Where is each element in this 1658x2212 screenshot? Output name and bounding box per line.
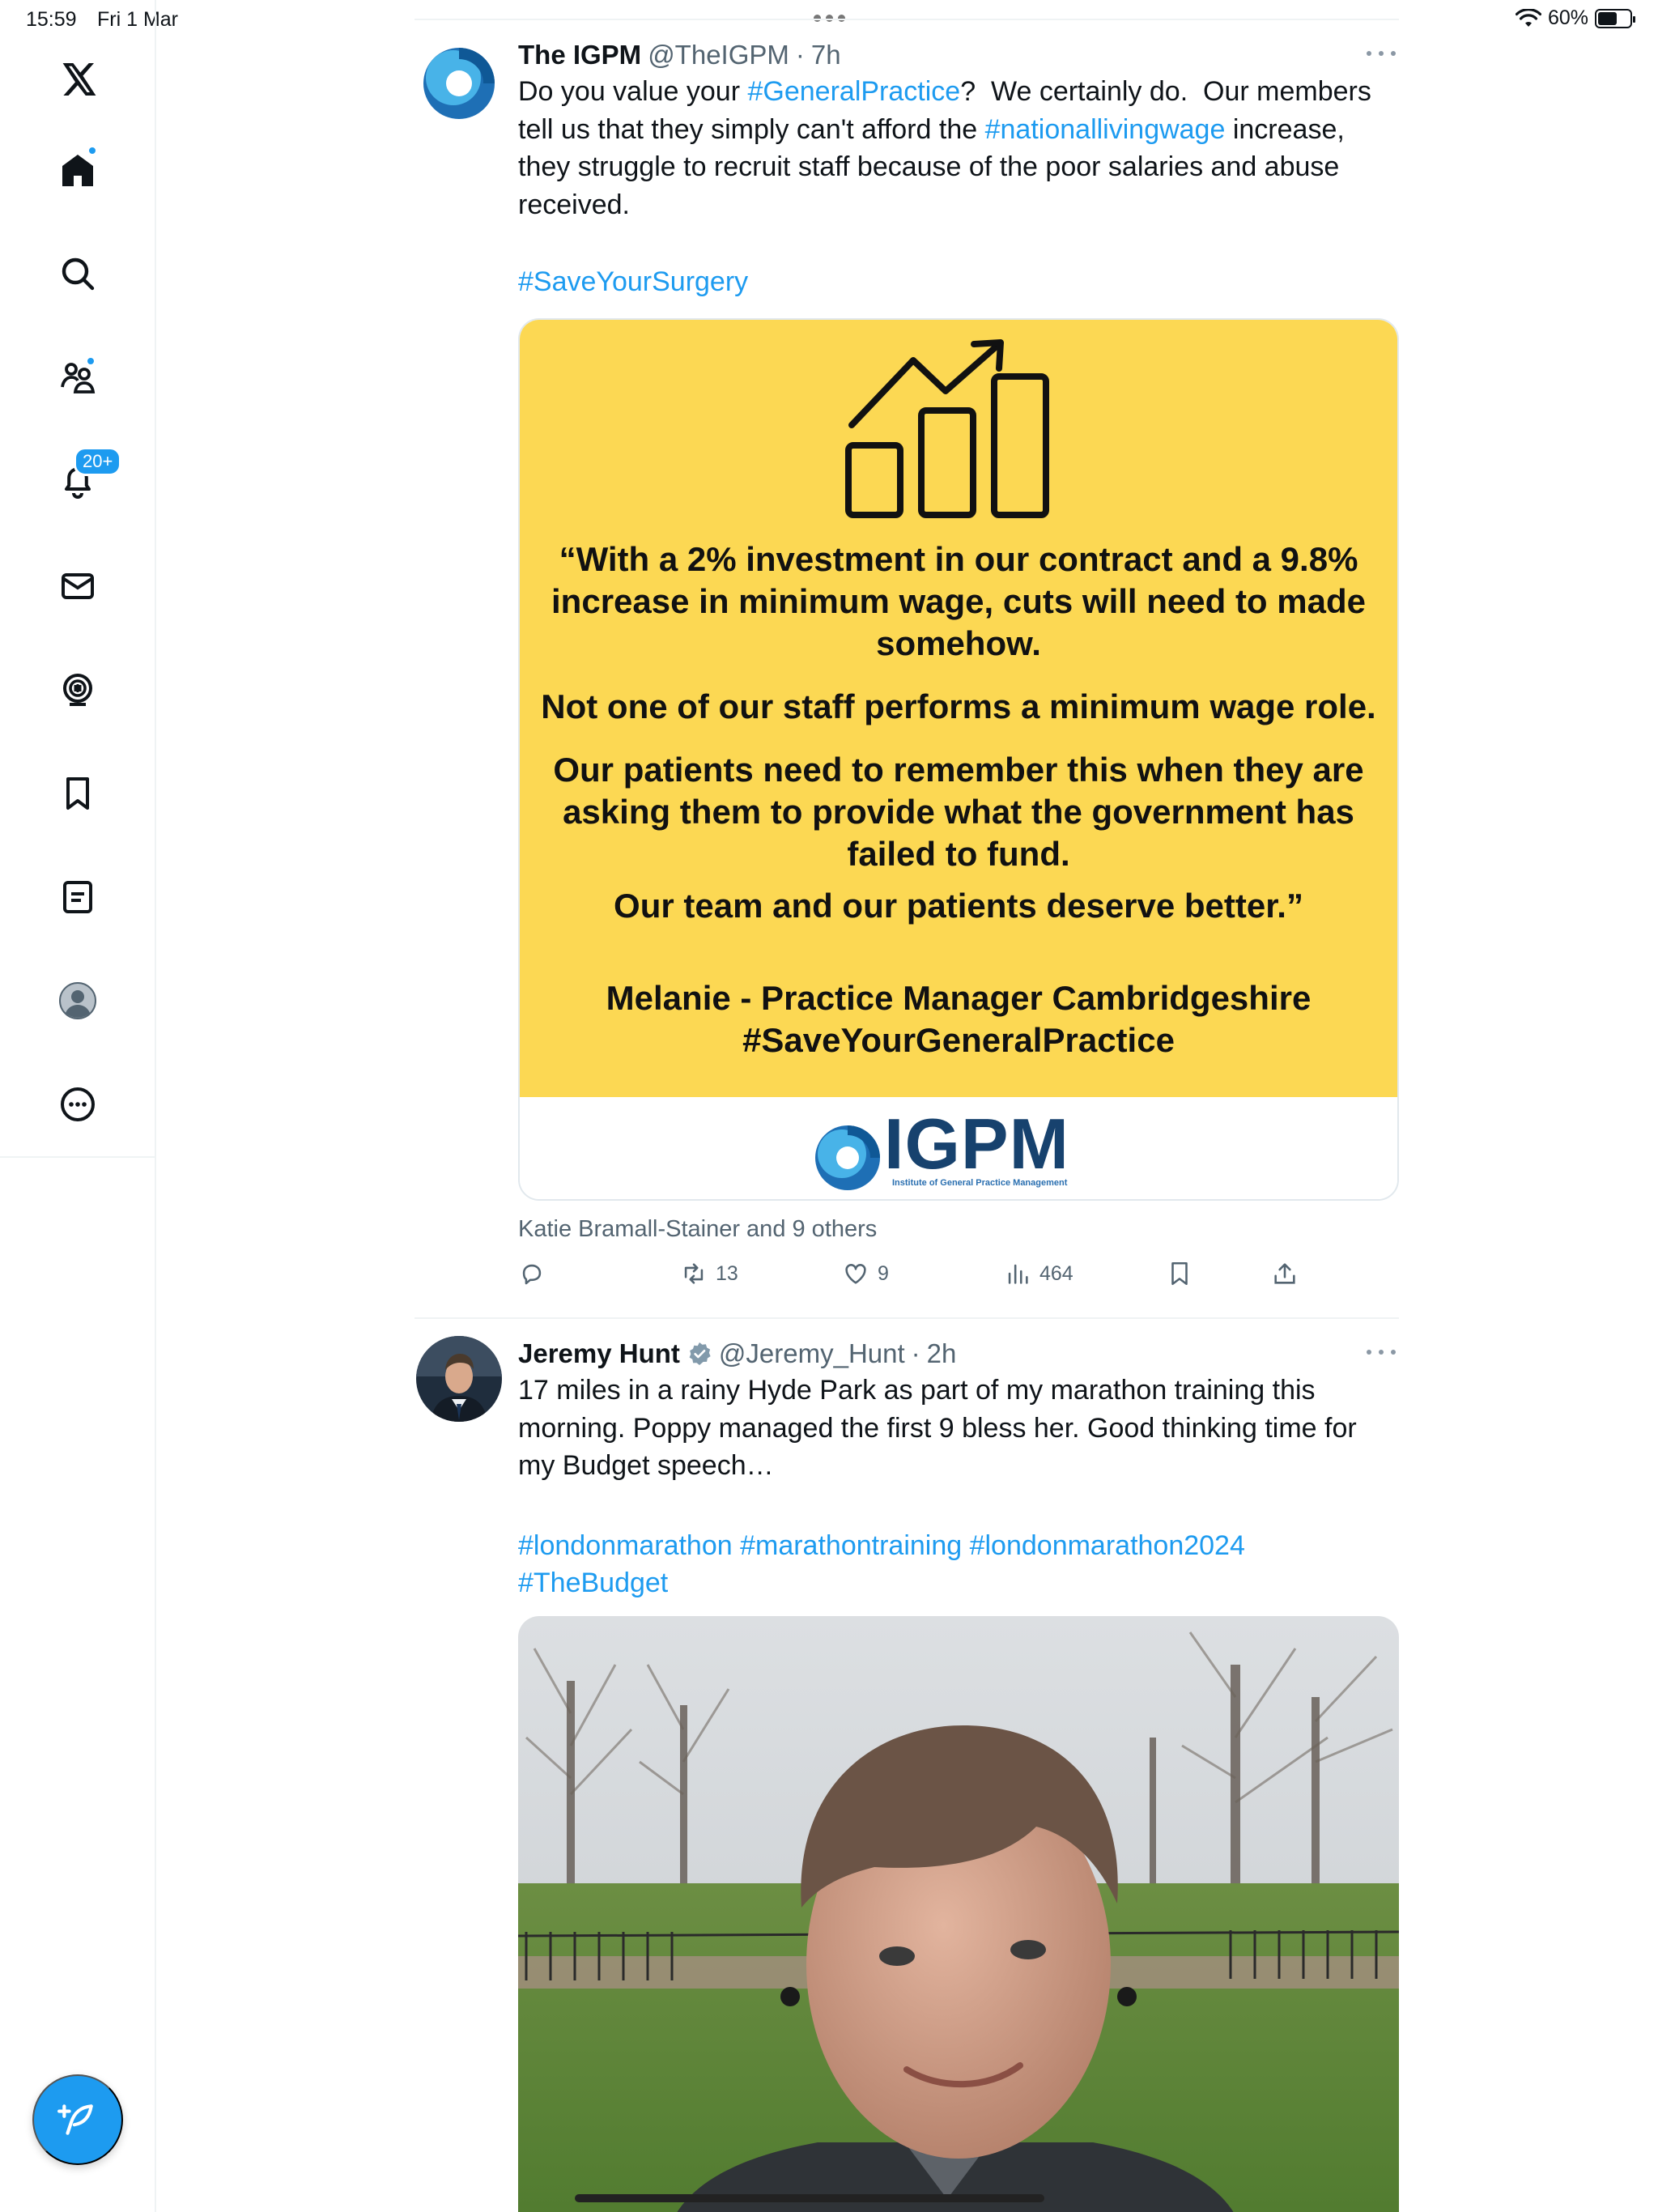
quote-line: failed to fund. <box>847 835 1070 873</box>
sidebar-item-spaces[interactable] <box>53 666 102 714</box>
envelope-icon <box>62 573 94 599</box>
sidebar-item-bookmarks[interactable] <box>53 769 102 818</box>
x-logo-icon[interactable] <box>53 55 102 104</box>
like-count: 9 <box>878 1261 889 1285</box>
media-photo[interactable] <box>518 1616 1399 2212</box>
spaces-icon <box>63 674 92 706</box>
timeline: The IGPM @TheIGPM · 7h Do you value your… <box>414 0 1399 2212</box>
communities-unread-dot <box>86 356 96 366</box>
reply-icon <box>522 1264 542 1285</box>
author-handle[interactable]: @Jeremy_Hunt <box>719 1336 905 1372</box>
sidebar-item-communities[interactable] <box>53 353 102 402</box>
repost-button[interactable]: 13 <box>680 1260 738 1287</box>
tweet-text: Do you value your #GeneralPractice? We c… <box>518 73 1384 223</box>
battery-icon <box>1595 8 1635 28</box>
repost-icon <box>684 1263 704 1284</box>
quote-line: “With a 2% investment in our contract an… <box>559 540 1358 578</box>
repost-count: 13 <box>716 1261 738 1285</box>
sidebar-item-more[interactable] <box>53 1080 102 1129</box>
feed-top-divider <box>414 19 1399 20</box>
verified-badge-icon <box>689 1342 711 1365</box>
tweet-more-icon[interactable] <box>1363 44 1399 63</box>
battery-percent: 60% <box>1547 6 1588 29</box>
notifications-badge: 20+ <box>74 447 122 476</box>
reply-button[interactable] <box>518 1260 554 1287</box>
list-icon <box>63 881 92 913</box>
sidebar-item-notifications[interactable]: 20+ <box>53 447 122 505</box>
heart-icon <box>845 1264 866 1284</box>
tweet-body: The IGPM @TheIGPM · 7h Do you value your… <box>518 37 1399 1286</box>
like-button[interactable]: 9 <box>842 1260 889 1287</box>
tweet-actions: 13 9 464 <box>518 1260 1399 1292</box>
views-icon <box>1008 1264 1028 1284</box>
igpm-logo-icon <box>815 1125 880 1190</box>
tweet-more-icon[interactable] <box>1363 1342 1399 1362</box>
quote-attribution: Melanie - Practice Manager Cambridgeshir… <box>606 979 1312 1017</box>
sidebar-item-messages[interactable] <box>53 562 102 610</box>
hashtag-link[interactable]: #nationallivingwage <box>985 114 1226 145</box>
bookmark-button[interactable] <box>1166 1260 1193 1287</box>
avatar[interactable] <box>416 40 502 126</box>
hashtag-link[interactable]: #TheBudget <box>518 1564 668 1602</box>
tweet-divider <box>414 1317 1399 1319</box>
quote-line: Our team and our patients deserve better… <box>614 887 1303 925</box>
quote-line: Our patients need to remember this when … <box>553 751 1364 789</box>
search-icon <box>62 257 95 291</box>
sidebar-item-lists[interactable] <box>53 873 102 921</box>
avatar-icon <box>59 982 96 1019</box>
tweet-text: 17 miles in a rainy Hyde Park as part of… <box>518 1375 1365 1481</box>
home-icon <box>62 155 93 186</box>
quote-line: increase in minimum wage, cuts will need… <box>551 582 1366 620</box>
quote-attribution: #SaveYourGeneralPractice <box>742 1021 1175 1059</box>
bookmark-icon <box>66 777 89 810</box>
tweet-time[interactable]: 7h <box>811 37 841 73</box>
author-name[interactable]: The IGPM <box>518 37 641 73</box>
home-indicator[interactable] <box>575 2194 1044 2202</box>
quote-line: somehow. <box>876 624 1041 662</box>
wifi-icon <box>1515 8 1541 27</box>
author-name[interactable]: Jeremy Hunt <box>518 1336 680 1372</box>
sidebar-item-profile[interactable] <box>53 976 102 1025</box>
sidebar: 20+ <box>0 0 156 2212</box>
tweet-body: Jeremy Hunt @Jeremy_Hunt · 2h 17 miles i… <box>518 1336 1399 2212</box>
hashtag-link[interactable]: #SaveYourSurgery <box>518 263 748 301</box>
more-circle-icon <box>61 1087 95 1121</box>
tweet-time[interactable]: 2h <box>927 1336 957 1372</box>
quote-graphic: “With a 2% investment in our contract an… <box>520 320 1397 1097</box>
igpm-logo-text: IGPM <box>884 1104 1069 1184</box>
tweet-header: Jeremy Hunt @Jeremy_Hunt · 2h <box>518 1336 1399 1372</box>
author-handle[interactable]: @TheIGPM <box>648 37 789 73</box>
hashtag-links[interactable]: #londonmarathon #marathontraining #londo… <box>518 1527 1245 1565</box>
header-separator: · <box>795 40 805 70</box>
sidebar-item-search[interactable] <box>53 249 102 298</box>
bookmark-icon <box>1171 1261 1188 1286</box>
compose-feather-icon <box>57 2104 93 2135</box>
igpm-logo-footer: IGPM Institute of General Practice Manag… <box>520 1097 1397 1199</box>
views-count: 464 <box>1039 1261 1073 1285</box>
quote-line: Not one of our staff performs a minimum … <box>541 687 1376 725</box>
share-icon <box>1274 1263 1295 1284</box>
igpm-logo-subtitle: Institute of General Practice Management <box>892 1178 1068 1188</box>
status-right: 60% <box>1515 6 1635 30</box>
header-separator: · <box>911 1338 920 1368</box>
share-button[interactable] <box>1271 1260 1299 1287</box>
social-context[interactable]: Katie Bramall-Stainer and 9 others <box>518 1216 877 1243</box>
compose-button[interactable] <box>32 2074 123 2165</box>
views-button[interactable]: 464 <box>1004 1260 1073 1287</box>
hashtag-link[interactable]: #GeneralPractice <box>748 76 961 107</box>
quote-line: asking them to provide what the governme… <box>563 793 1354 831</box>
sidebar-item-home[interactable] <box>53 146 102 194</box>
media-image-card[interactable]: “With a 2% investment in our contract an… <box>518 318 1399 1201</box>
text-segment: Do you value your <box>518 76 748 107</box>
growth-chart-icon <box>845 339 1049 518</box>
avatar[interactable] <box>416 1336 502 1422</box>
sidebar-divider <box>0 1156 156 1158</box>
tweet-header: The IGPM @TheIGPM · 7h <box>518 37 1399 73</box>
home-unread-dot <box>87 146 97 155</box>
